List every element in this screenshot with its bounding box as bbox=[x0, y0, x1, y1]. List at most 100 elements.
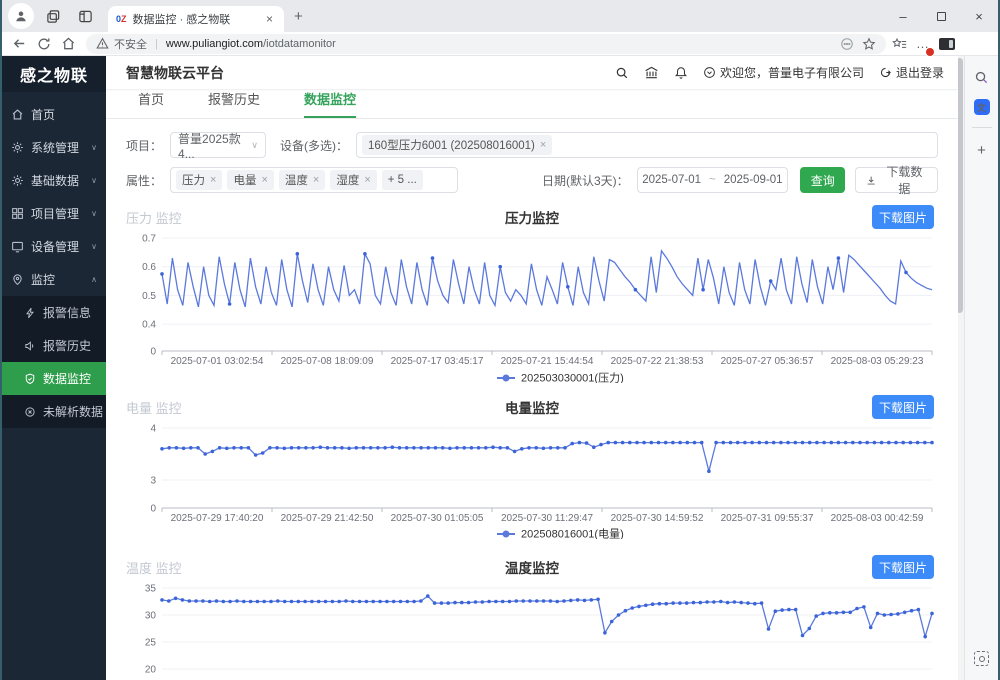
sidebar-item-home[interactable]: 首页 bbox=[2, 98, 106, 131]
device-multiselect[interactable]: 160型压力6001 (202508016001) × bbox=[356, 132, 938, 158]
remove-tag-icon[interactable]: × bbox=[364, 174, 370, 186]
sidebar-subitem-alarm-info[interactable]: 报警信息 bbox=[2, 296, 106, 329]
location-pin-icon bbox=[11, 273, 24, 286]
remove-tag-icon[interactable]: × bbox=[210, 174, 216, 186]
bell-icon[interactable] bbox=[674, 66, 688, 80]
sidebar-item-devices[interactable]: 设备管理 ∨ bbox=[2, 230, 106, 263]
address-bar[interactable]: 不安全 | www.puliangiot.com/iotdatamonitor bbox=[86, 34, 886, 54]
sidebar-add-button[interactable]: + bbox=[977, 142, 986, 159]
download-image-button[interactable]: 下载图片 bbox=[872, 205, 934, 229]
svg-text:0: 0 bbox=[150, 347, 156, 358]
workspaces-button[interactable] bbox=[40, 3, 66, 29]
sidebar-subitem-data-monitor[interactable]: 数据监控 bbox=[2, 362, 106, 395]
download-image-button[interactable]: 下载图片 bbox=[872, 395, 934, 419]
tab-home[interactable]: 首页 bbox=[138, 89, 164, 118]
svg-text:2025-07-27 05:36:57: 2025-07-27 05:36:57 bbox=[721, 356, 814, 367]
power-chart-section: 电量 监控 电量监控 下载图片 4302025-07-29 17:40:2020… bbox=[126, 395, 938, 539]
sidebar-subitem-alarm-history[interactable]: 报警历史 bbox=[2, 329, 106, 362]
sidebar-subitem-label: 报警信息 bbox=[43, 304, 91, 321]
power-line-chart[interactable]: 4302025-07-29 17:40:202025-07-29 21:42:5… bbox=[126, 421, 938, 539]
date-end-value: 2025-09-01 bbox=[724, 174, 783, 186]
date-start-value: 2025-07-01 bbox=[642, 174, 701, 186]
pressure-line-chart[interactable]: 0.70.60.50.402025-07-01 03:02:542025-07-… bbox=[126, 231, 938, 383]
refresh-button[interactable] bbox=[37, 37, 51, 51]
date-range-input[interactable]: 2025-07-01 ~ 2025-09-01 bbox=[637, 167, 788, 193]
device-label: 设备(多选)： bbox=[280, 137, 348, 154]
svg-text:2025-07-08 18:09:09: 2025-07-08 18:09:09 bbox=[281, 356, 374, 367]
temperature-line-chart[interactable]: 35302520 bbox=[126, 581, 938, 678]
app-sidebar: 感之物联 首页 系统管理 ∨ 基础数据 ∨ 项目管理 ∨ 设备管理 ∨ 监控 bbox=[2, 56, 106, 680]
home-icon bbox=[11, 108, 24, 121]
remove-tag-icon[interactable]: × bbox=[540, 139, 546, 151]
tab-alarm-history[interactable]: 报警历史 bbox=[208, 89, 260, 118]
home-button[interactable] bbox=[61, 36, 76, 51]
translate-extension-icon[interactable]: 文 bbox=[974, 99, 990, 115]
sidebar-item-label: 设备管理 bbox=[31, 238, 79, 255]
search-icon[interactable] bbox=[615, 66, 629, 80]
sidebar-menu: 首页 系统管理 ∨ 基础数据 ∨ 项目管理 ∨ 设备管理 ∨ 监控 ∧ bbox=[2, 92, 106, 428]
svg-text:0.6: 0.6 bbox=[142, 262, 156, 273]
svg-text:0.7: 0.7 bbox=[142, 234, 156, 245]
download-image-button[interactable]: 下载图片 bbox=[872, 555, 934, 579]
new-tab-button[interactable]: + bbox=[294, 8, 303, 25]
svg-text:4: 4 bbox=[150, 424, 156, 435]
query-button[interactable]: 查询 bbox=[800, 167, 845, 193]
sidebar-item-basedata[interactable]: 基础数据 ∨ bbox=[2, 164, 106, 197]
attr-label: 属性： bbox=[126, 172, 162, 189]
sidebar-item-system[interactable]: 系统管理 ∨ bbox=[2, 131, 106, 164]
browser-toolbar: 不安全 | www.puliangiot.com/iotdatamonitor … bbox=[2, 32, 998, 56]
svg-text:3: 3 bbox=[150, 476, 156, 487]
tab-actions-button[interactable] bbox=[72, 3, 98, 29]
address-divider: | bbox=[155, 38, 158, 50]
user-menu[interactable]: 欢迎您，普量电子有限公司 bbox=[703, 64, 864, 81]
remove-tag-icon[interactable]: × bbox=[261, 174, 267, 186]
svg-text:25: 25 bbox=[145, 638, 157, 649]
sidebar-subitem-label: 报警历史 bbox=[43, 337, 91, 354]
capture-tool-icon[interactable] bbox=[974, 651, 989, 666]
browser-menu-button[interactable]: … bbox=[916, 35, 930, 53]
browser-tab-active[interactable]: 0Z 数据监控 · 感之物联 × bbox=[108, 6, 284, 32]
bank-icon[interactable] bbox=[644, 65, 659, 80]
logout-button[interactable]: 退出登录 bbox=[879, 64, 944, 81]
gear-icon bbox=[11, 141, 24, 154]
sidebar-item-projects[interactable]: 项目管理 ∨ bbox=[2, 197, 106, 230]
tab-data-monitor[interactable]: 数据监控 bbox=[304, 89, 356, 118]
svg-text:35: 35 bbox=[145, 584, 157, 595]
tab-close-button[interactable]: × bbox=[263, 12, 276, 26]
remove-tag-icon[interactable]: × bbox=[313, 174, 319, 186]
site-favicon: 0Z bbox=[116, 14, 127, 24]
sidebar-search-icon[interactable] bbox=[974, 70, 989, 85]
sidebar-toggle-icon[interactable] bbox=[939, 38, 955, 50]
date-label: 日期(默认3天)： bbox=[542, 172, 629, 189]
sidebar-item-label: 监控 bbox=[31, 271, 55, 288]
logout-label: 退出登录 bbox=[896, 64, 944, 81]
not-secure-warning-icon bbox=[96, 37, 109, 50]
attr-multiselect[interactable]: 压力× 电量× 温度× 湿度× + 5 ... bbox=[170, 167, 458, 193]
project-select[interactable]: 普量2025款4... ∨ bbox=[170, 132, 266, 158]
window-minimize-button[interactable]: – bbox=[884, 0, 922, 32]
svg-text:2025-07-30 11:29:47: 2025-07-30 11:29:47 bbox=[501, 513, 594, 524]
grid-icon bbox=[11, 207, 24, 220]
reader-more-icon[interactable] bbox=[840, 37, 854, 51]
favorites-list-icon[interactable] bbox=[892, 37, 907, 51]
download-data-button[interactable]: 下载数据 bbox=[855, 167, 938, 193]
svg-text:20: 20 bbox=[145, 665, 157, 676]
toolbar-right-icons: … bbox=[892, 35, 955, 53]
attr-more-tag[interactable]: + 5 ... bbox=[382, 170, 423, 190]
window-maximize-button[interactable] bbox=[922, 0, 960, 32]
chart-left-label: 压力 监控 bbox=[126, 208, 182, 227]
back-arrow-icon bbox=[12, 36, 27, 51]
temperature-chart-section: 温度 监控 温度监控 下载图片 35302520 bbox=[126, 555, 938, 678]
tab-actions-icon bbox=[78, 9, 93, 24]
browser-profile-button[interactable] bbox=[8, 3, 34, 29]
back-button[interactable] bbox=[12, 36, 27, 51]
chevron-down-icon: ∨ bbox=[91, 176, 97, 185]
sidebar-item-monitor[interactable]: 监控 ∧ bbox=[2, 263, 106, 296]
download-data-label: 下载数据 bbox=[882, 163, 927, 197]
sidebar-item-label: 系统管理 bbox=[31, 139, 79, 156]
svg-text:202508016001(电量): 202508016001(电量) bbox=[521, 528, 624, 540]
sidebar-subitem-unparsed-data[interactable]: 未解析数据 bbox=[2, 395, 106, 428]
window-close-button[interactable]: × bbox=[960, 0, 998, 32]
favorite-star-icon[interactable] bbox=[862, 37, 876, 51]
logout-icon bbox=[879, 66, 892, 79]
